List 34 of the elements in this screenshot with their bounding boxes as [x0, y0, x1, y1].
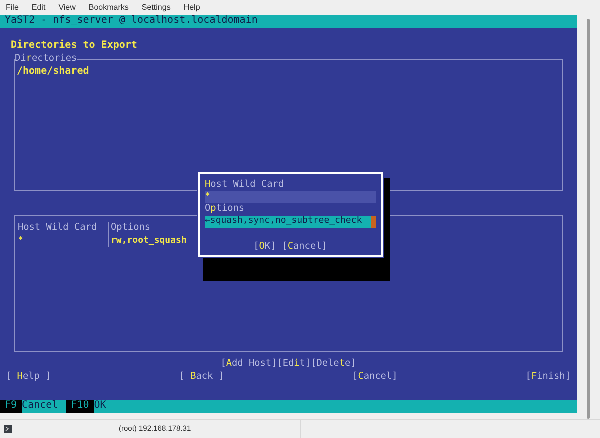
- scrollbar[interactable]: [587, 19, 590, 419]
- function-key: F9: [0, 400, 22, 413]
- table-cell: rw,root_squash: [108, 234, 187, 247]
- dialog-button[interactable]: [OK]: [254, 240, 276, 253]
- input-field[interactable]: *: [205, 191, 376, 204]
- host-action-button[interactable]: [Edit]: [277, 358, 312, 371]
- menu-item[interactable]: Help: [184, 2, 200, 14]
- dialog-button[interactable]: [Cancel]: [282, 240, 328, 253]
- input-field[interactable]: ←squash,sync,no_subtree_check: [205, 216, 376, 228]
- nav-button[interactable]: [Cancel]: [352, 370, 398, 383]
- window-title: YaST2 - nfs_server @ localhost.localdomain: [0, 15, 577, 28]
- menu-item[interactable]: View: [58, 2, 76, 14]
- menu-item[interactable]: Bookmarks: [88, 2, 129, 14]
- nav-button[interactable]: [ Help ]: [6, 370, 52, 383]
- frame-label: Directories: [15, 53, 78, 64]
- host-action-button[interactable]: [Add Host]: [220, 358, 278, 371]
- host-action-button[interactable]: [Delete]: [311, 358, 356, 371]
- menu-item[interactable]: Edit: [32, 2, 46, 14]
- menu-item[interactable]: Settings: [142, 2, 171, 14]
- function-key-label[interactable]: Cancel: [22, 400, 66, 413]
- text-cursor: [371, 216, 376, 228]
- table-cell-text: *: [18, 234, 25, 247]
- directory-item[interactable]: /home/shared: [17, 66, 560, 78]
- nav-button[interactable]: [Finish]: [526, 370, 571, 383]
- nav-button[interactable]: [ Back ]: [179, 370, 224, 383]
- column-header: Options: [108, 222, 151, 235]
- function-key-label[interactable]: OK: [94, 400, 114, 413]
- column-header: Host Wild Card: [18, 222, 98, 235]
- field-label: Host Wild Card: [205, 179, 286, 192]
- function-key: F10: [66, 400, 94, 413]
- field-label: Options: [205, 203, 246, 216]
- page-heading: Directories to Export: [11, 40, 138, 51]
- menu-item[interactable]: File: [6, 2, 19, 14]
- terminal-icon[interactable]: [4, 425, 12, 433]
